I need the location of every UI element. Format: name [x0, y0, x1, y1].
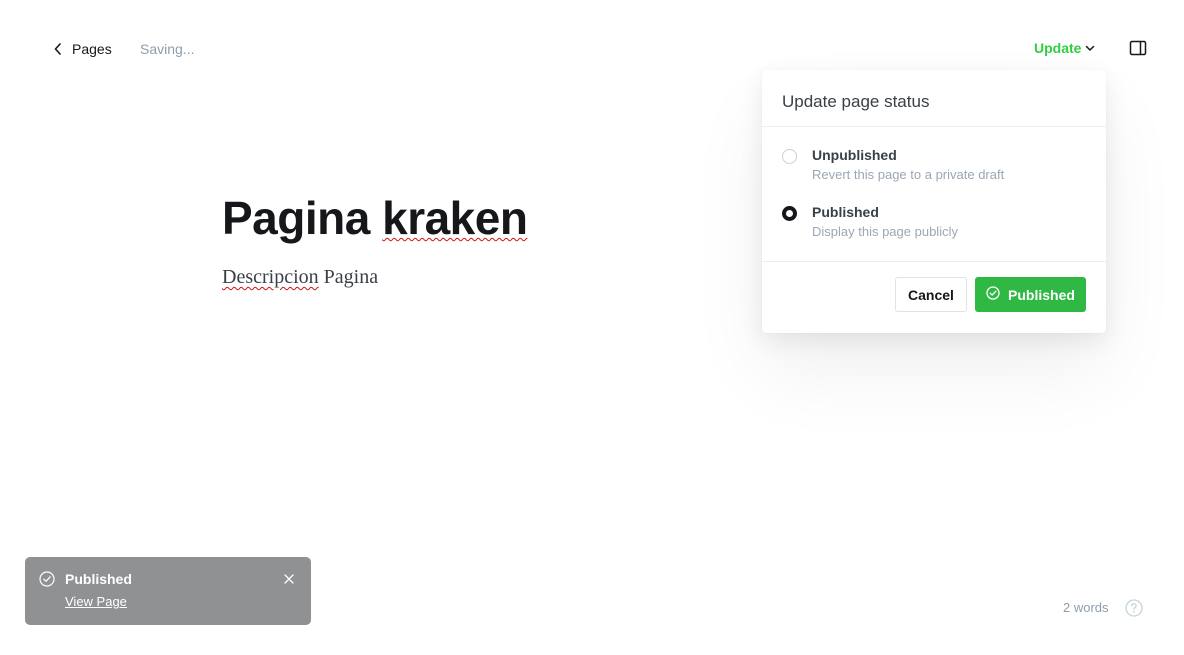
- update-dropdown-button[interactable]: Update: [1034, 40, 1095, 56]
- publish-button-label: Published: [1008, 286, 1075, 303]
- check-circle-icon: [986, 286, 1000, 303]
- option-description: Display this page publicly: [812, 224, 958, 239]
- sidebar-toggle-icon[interactable]: [1129, 39, 1147, 57]
- excerpt-word-misspelled: Descripcion: [222, 266, 319, 288]
- notification-title: Published: [65, 571, 132, 587]
- chevron-left-icon: [54, 40, 64, 58]
- option-description: Revert this page to a private draft: [812, 167, 1005, 182]
- option-label: Unpublished: [812, 147, 897, 163]
- publish-button[interactable]: Published: [975, 277, 1086, 312]
- chevron-down-icon: [1085, 44, 1095, 52]
- page-title[interactable]: Pagina kraken: [222, 188, 742, 248]
- title-word: Pagina: [222, 192, 370, 244]
- view-page-link[interactable]: View Page: [65, 594, 127, 609]
- publish-menu-heading: Update page status: [782, 92, 930, 111]
- back-to-pages-link[interactable]: Pages: [54, 40, 112, 58]
- editor-content: Pagina kraken Descripcion Pagina: [222, 188, 742, 289]
- close-icon[interactable]: [283, 572, 295, 584]
- update-button-label: Update: [1034, 40, 1082, 56]
- radio-published[interactable]: [782, 206, 797, 221]
- back-link-label: Pages: [72, 41, 112, 57]
- published-notification: Published View Page: [25, 557, 311, 625]
- title-word-misspelled: kraken: [382, 192, 528, 244]
- option-label: Published: [812, 204, 879, 220]
- check-circle-icon: [39, 571, 55, 587]
- excerpt-word: Pagina: [323, 266, 379, 288]
- divider: [762, 126, 1106, 127]
- page-excerpt[interactable]: Descripcion Pagina: [222, 266, 742, 289]
- divider: [762, 261, 1106, 262]
- publish-status-menu: Update page status Unpublished Revert th…: [762, 70, 1106, 333]
- cancel-button[interactable]: Cancel: [895, 277, 967, 312]
- saving-status: Saving...: [140, 41, 195, 57]
- question-circle-icon[interactable]: [1125, 599, 1143, 617]
- radio-unpublished[interactable]: [782, 149, 797, 164]
- word-count: 2 words: [1063, 600, 1109, 615]
